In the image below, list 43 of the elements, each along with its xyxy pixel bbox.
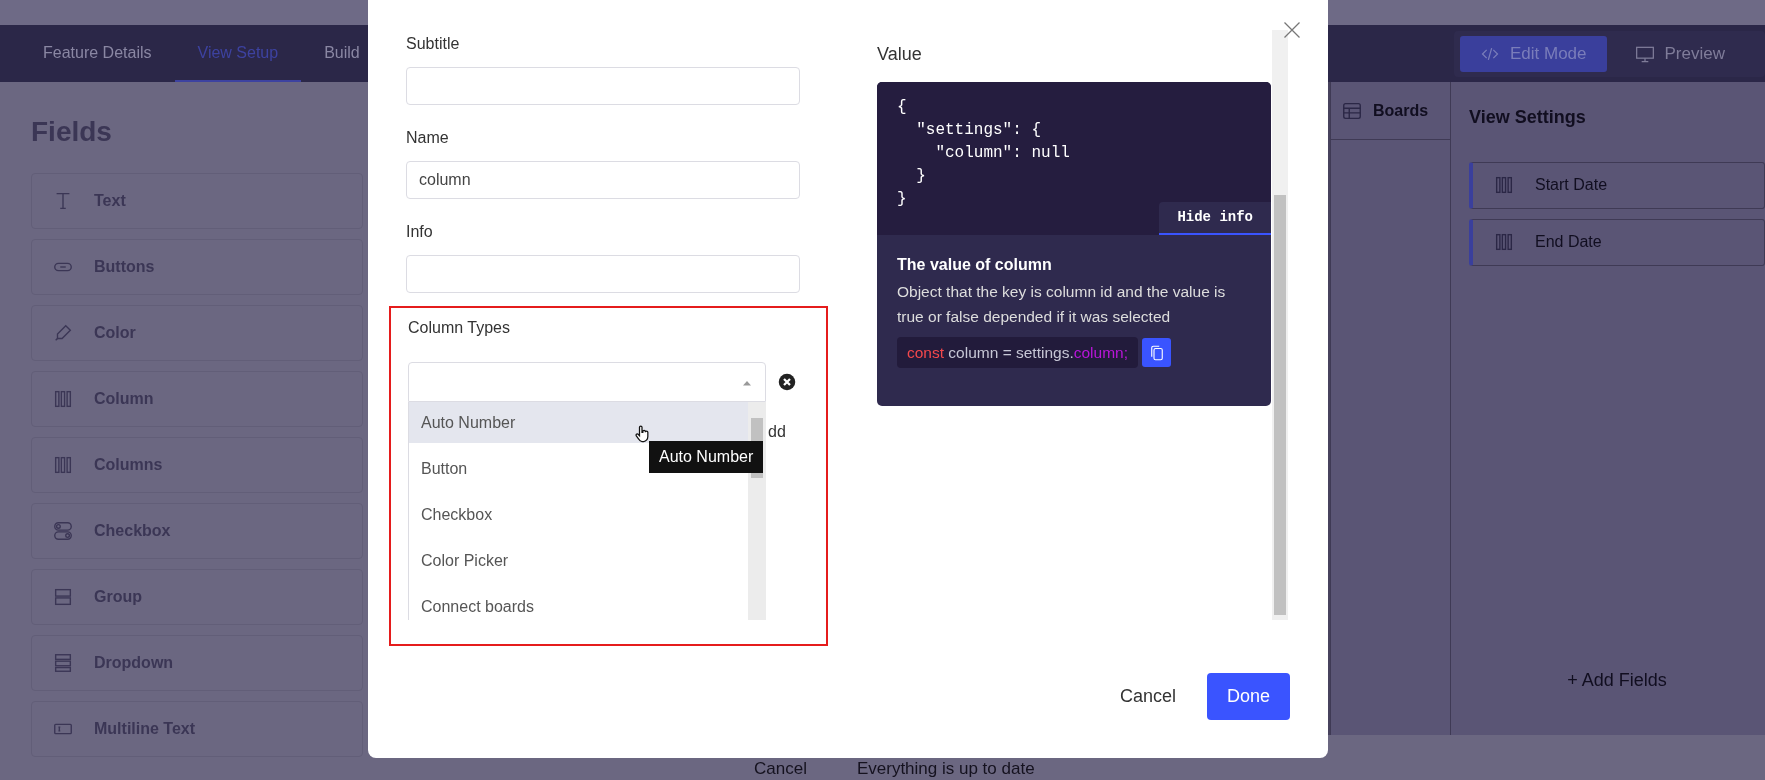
dropdown-option[interactable]: Connect boards bbox=[409, 586, 749, 620]
dropdown-option[interactable]: Auto Number bbox=[409, 402, 749, 443]
text-field[interactable] bbox=[406, 67, 800, 105]
code-snippet: const column = settings.column; bbox=[897, 337, 1138, 369]
nav-tab[interactable]: Build bbox=[301, 25, 383, 82]
info-title: The value of column bbox=[897, 255, 1053, 275]
field-label: Name bbox=[406, 128, 450, 148]
mode-button[interactable]: Edit Mode bbox=[1460, 35, 1607, 72]
columns-icon bbox=[52, 454, 74, 476]
stacked-rectangles-icon bbox=[52, 586, 74, 608]
copy-button[interactable] bbox=[1142, 338, 1171, 368]
setting-label: End Date bbox=[1535, 232, 1602, 253]
text-field[interactable] bbox=[406, 255, 800, 293]
done-button[interactable]: Done bbox=[1207, 673, 1290, 720]
field-label: Subtitle bbox=[406, 34, 461, 54]
setting-item[interactable]: End Date bbox=[1469, 218, 1765, 266]
mode-button[interactable]: Preview bbox=[1614, 35, 1745, 72]
setting-label: Start Date bbox=[1535, 175, 1608, 196]
section-title: Value bbox=[877, 43, 923, 66]
code-text: { "settings": { "column": null } } bbox=[897, 97, 1071, 210]
select-field[interactable] bbox=[408, 362, 766, 402]
panel-title: View Settings bbox=[1469, 107, 1587, 129]
cancel-button[interactable]: Cancel bbox=[1113, 682, 1182, 711]
clear-icon bbox=[778, 373, 796, 391]
dropdown-option[interactable]: Checkbox bbox=[409, 494, 749, 535]
cancel-link[interactable]: Cancel bbox=[754, 759, 807, 779]
nav-tab[interactable]: Feature Details bbox=[20, 25, 175, 82]
close-icon bbox=[1282, 19, 1302, 40]
status-text: Everything is up to date bbox=[856, 759, 1035, 779]
field-label: Info bbox=[406, 222, 434, 242]
field-label: Column Types bbox=[408, 318, 511, 338]
list-icon bbox=[52, 652, 74, 674]
hide-info-tab[interactable]: Hide info bbox=[1159, 202, 1271, 235]
add-fields-button[interactable]: + Add Fields bbox=[1561, 666, 1673, 695]
dropdown-option[interactable]: Color Picker bbox=[409, 540, 749, 581]
tooltip: Auto Number bbox=[649, 441, 764, 473]
toggles-icon bbox=[52, 520, 74, 542]
scrollbar-thumb[interactable] bbox=[1274, 195, 1286, 615]
columns-icon bbox=[52, 388, 74, 410]
text-field[interactable]: column bbox=[406, 161, 800, 199]
info-text: Object that the key is column id and the value is true or false depended if it was selected bbox=[897, 282, 1227, 327]
setting-item[interactable]: Start Date bbox=[1469, 161, 1765, 209]
add-label: dd bbox=[768, 422, 786, 442]
